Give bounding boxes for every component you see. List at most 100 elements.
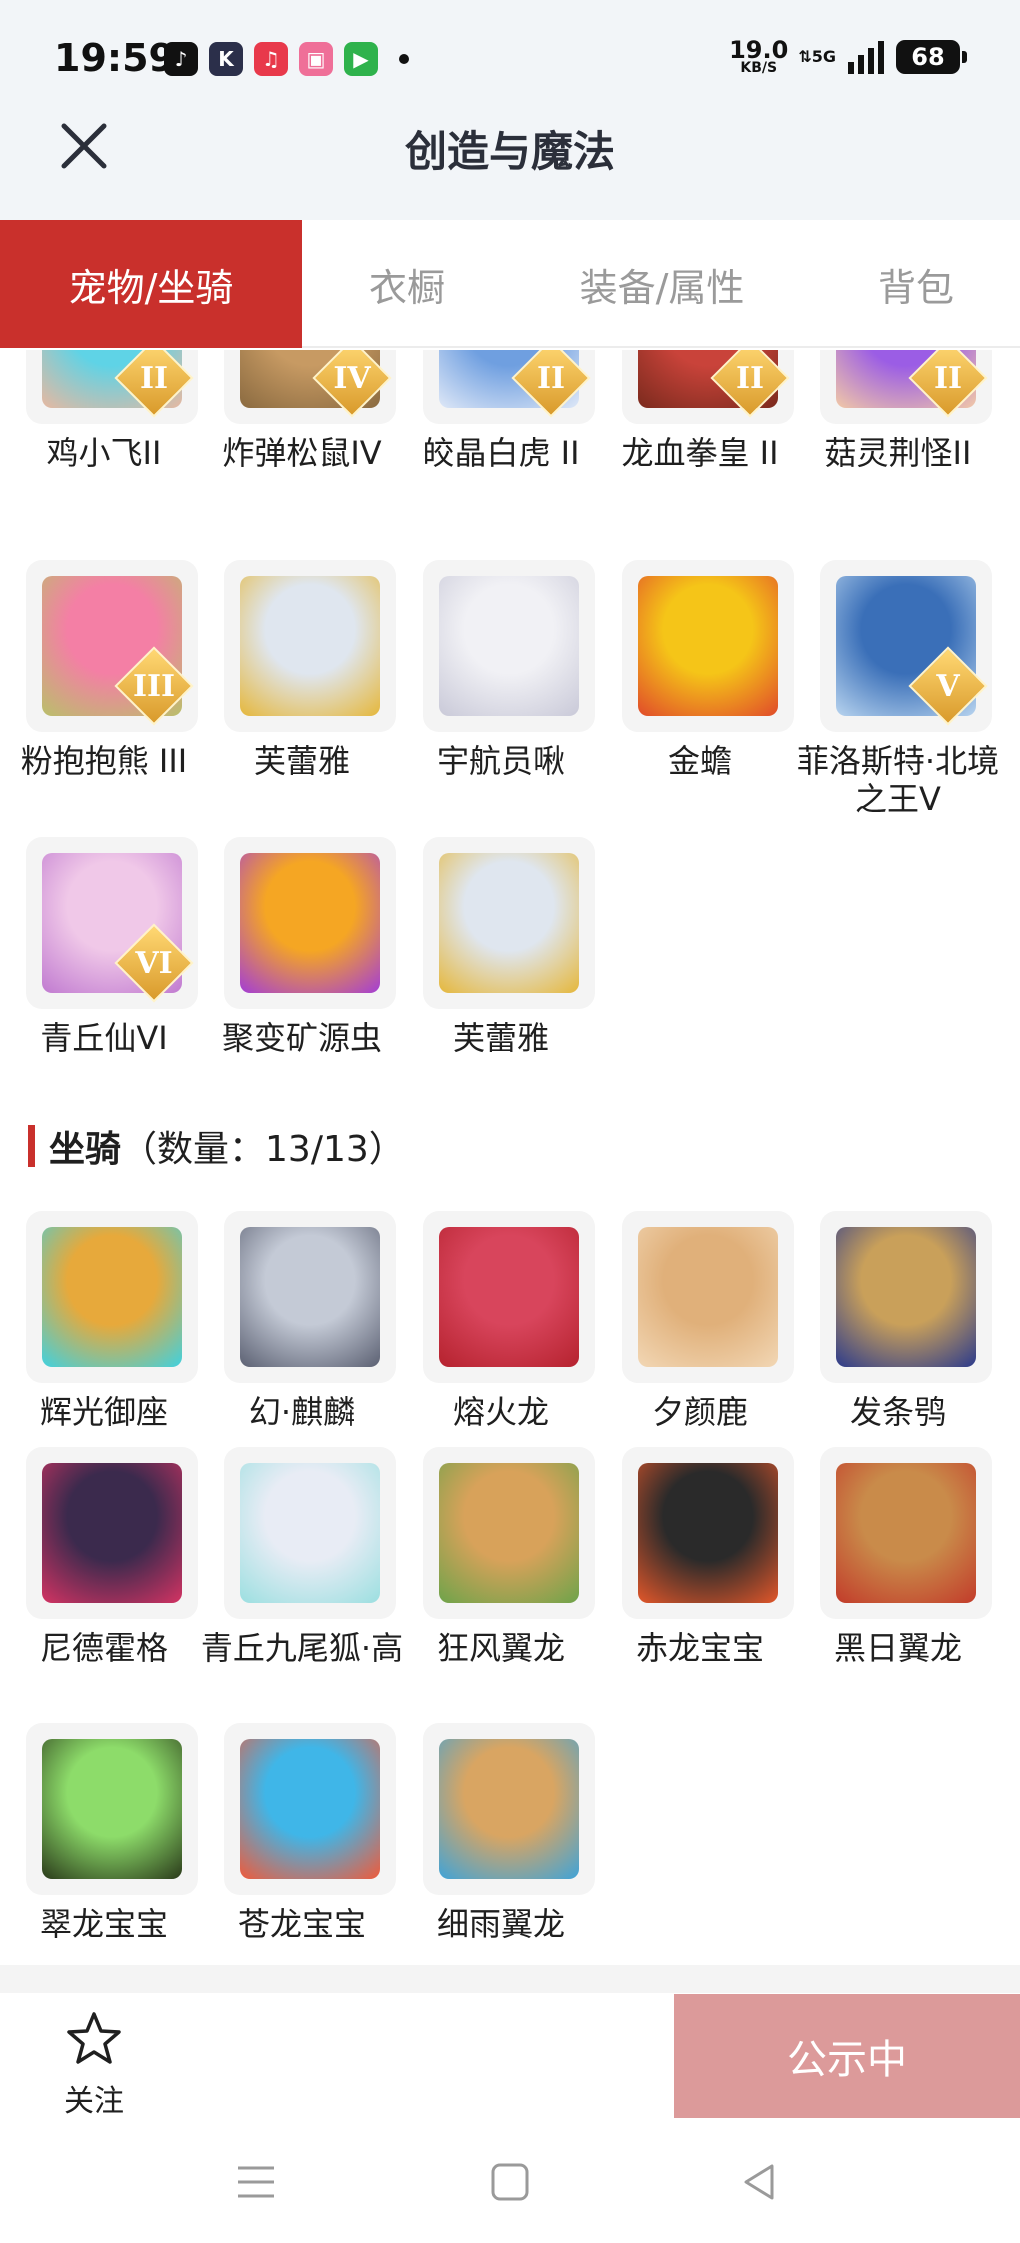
level-badge-text: III [132, 669, 176, 704]
status-app-icons: ♪ K ♫ ▣ ▶ [164, 42, 409, 76]
tiktok-icon: ♪ [164, 42, 198, 76]
video-app-icon: ▶ [344, 42, 378, 76]
menu-icon[interactable] [234, 2160, 278, 2204]
mount-item[interactable]: 熔火龙 [397, 1211, 595, 1431]
mount-thumbnail [224, 1447, 396, 1619]
mount-name: 赤龙宝宝 [635, 1629, 764, 1667]
mount-name: 尼德霍格 [39, 1629, 168, 1667]
pet-item[interactable]: III 粉抱抱熊 III [0, 560, 198, 780]
mount-item[interactable]: 尼德霍格 [0, 1447, 198, 1667]
pet-item[interactable]: II 菇灵荆怪II [794, 350, 992, 472]
mount-item[interactable]: 狂风翼龙 [397, 1447, 595, 1667]
mount-name: 发条鸮 [849, 1393, 946, 1431]
tab-equipment-attributes[interactable]: 装备/属性 [512, 220, 812, 348]
pet-name: 龙血拳皇 II [621, 434, 779, 472]
tab-bar: 宠物/坐骑 衣橱 装备/属性 背包 [0, 220, 1020, 348]
pet-item[interactable]: V 菲洛斯特·北境之王V [794, 560, 999, 818]
mount-name: 青丘九尾狐·高 [200, 1629, 404, 1667]
pet-name: 鸡小飞II [46, 434, 162, 472]
mount-item[interactable]: 黑日翼龙 [794, 1447, 992, 1667]
mount-name: 狂风翼龙 [436, 1629, 565, 1667]
mount-thumbnail [224, 1211, 396, 1383]
mount-item[interactable]: 翠龙宝宝 [0, 1723, 198, 1943]
level-badge-text: VI [135, 946, 173, 981]
mount-item[interactable]: 发条鸮 [794, 1211, 992, 1431]
tab-backpack[interactable]: 背包 [812, 220, 1020, 348]
pet-thumbnail [224, 560, 396, 732]
pet-thumbnail [224, 837, 396, 1009]
pet-name: 宇航员啾 [436, 742, 565, 780]
network-label: 5G [811, 46, 836, 66]
status-time: 19:59 [54, 36, 175, 80]
mount-name: 苍龙宝宝 [237, 1905, 366, 1943]
battery-icon: 68 [896, 40, 967, 75]
pet-item[interactable]: 金蟾 [596, 560, 794, 780]
mounts-section-title: 坐骑 [49, 1129, 122, 1170]
mount-image [240, 1463, 380, 1603]
pet-thumbnail: II [26, 350, 198, 424]
pet-item[interactable]: II 鸡小飞II [0, 350, 198, 472]
mount-item[interactable]: 辉光御座 [0, 1211, 198, 1431]
pet-name: 菲洛斯特·北境之王V [796, 742, 1000, 818]
tab-pets-mounts[interactable]: 宠物/坐骑 [0, 220, 302, 348]
mounts-count: （数量：13/13） [121, 1129, 405, 1170]
level-badge-text: II [933, 361, 963, 396]
pet-item[interactable]: 聚变矿源虫 [198, 837, 396, 1057]
mount-thumbnail [26, 1447, 198, 1619]
mount-image [836, 1227, 976, 1367]
mount-thumbnail [820, 1211, 992, 1383]
pet-name: 炸弹松鼠IV [222, 434, 382, 472]
mount-thumbnail [224, 1723, 396, 1895]
pet-thumbnail: VI [26, 837, 198, 1009]
mount-thumbnail [423, 1211, 595, 1383]
tab-wardrobe[interactable]: 衣橱 [302, 220, 512, 348]
pet-thumbnail: IV [224, 350, 396, 424]
home-icon[interactable] [488, 2160, 532, 2204]
mount-item[interactable]: 赤龙宝宝 [596, 1447, 794, 1667]
star-icon [67, 2012, 121, 2064]
mount-thumbnail [622, 1211, 794, 1383]
pet-thumbnail: II [423, 350, 595, 424]
mount-item[interactable]: 夕颜鹿 [596, 1211, 794, 1431]
mount-item[interactable]: 苍龙宝宝 [198, 1723, 396, 1943]
mount-item[interactable]: 细雨翼龙 [397, 1723, 595, 1943]
pet-item[interactable]: II 龙血拳皇 II [596, 350, 794, 472]
signal-icon [848, 41, 884, 75]
mount-item[interactable]: 青丘九尾狐·高 [198, 1447, 403, 1667]
back-icon[interactable] [738, 2160, 782, 2204]
mount-image [42, 1739, 182, 1879]
pet-item[interactable]: 芙蕾雅 [397, 837, 595, 1057]
follow-button[interactable]: 关注 [54, 2010, 134, 2120]
mount-image [439, 1739, 579, 1879]
mounts-section-header: 坐骑 （数量：13/13） [28, 1120, 405, 1172]
mount-image [42, 1227, 182, 1367]
public-notice-button[interactable]: 公示中 [674, 1994, 1020, 2118]
pet-image [439, 576, 579, 716]
pet-image [240, 853, 380, 993]
pet-thumbnail [423, 560, 595, 732]
network-type: ⇅5G [798, 46, 836, 66]
pet-item[interactable]: 芙蕾雅 [198, 560, 396, 780]
mount-image [439, 1227, 579, 1367]
pet-name: 皎晶白虎 II [422, 434, 580, 472]
pet-name: 芙蕾雅 [253, 742, 350, 780]
level-badge-text: II [536, 361, 566, 396]
mount-image [240, 1227, 380, 1367]
content-scroll-area[interactable]: II 鸡小飞II IV 炸弹松鼠IV II 皎晶白虎 II II 龙血拳皇 II II 菇灵荆怪I… [0, 350, 1020, 1995]
mount-thumbnail [820, 1447, 992, 1619]
level-badge-text: V [936, 669, 960, 704]
pet-item[interactable]: 宇航员啾 [397, 560, 595, 780]
pet-name: 菇灵荆怪II [824, 434, 972, 472]
mount-image [836, 1463, 976, 1603]
mount-thumbnail [423, 1447, 595, 1619]
music-icon: ♫ [254, 42, 288, 76]
pet-item[interactable]: II 皎晶白虎 II [397, 350, 595, 472]
mount-item[interactable]: 幻·麒麟 [198, 1211, 396, 1431]
pet-item[interactable]: IV 炸弹松鼠IV [198, 350, 396, 472]
level-badge-text: IV [333, 361, 371, 396]
mount-image [638, 1463, 778, 1603]
pet-name: 金蟾 [667, 742, 732, 780]
pet-item[interactable]: VI 青丘仙VI [0, 837, 198, 1057]
page-title: 创造与魔法 [404, 127, 615, 176]
pet-thumbnail: II [820, 350, 992, 424]
